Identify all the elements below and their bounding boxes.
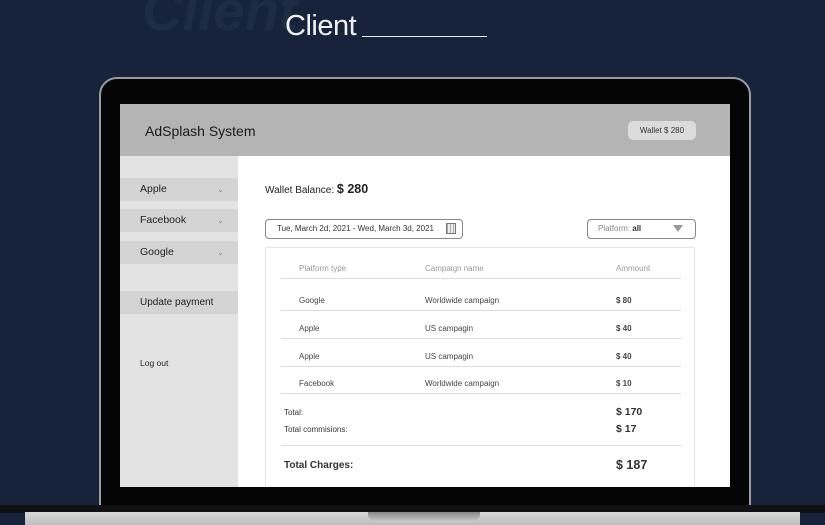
sidebar-item-google[interactable]: Google ⌄: [120, 241, 238, 264]
watermark-text: Client: [142, 0, 298, 42]
wallet-balance-value: $ 280: [336, 182, 369, 196]
divider: [281, 310, 681, 311]
laptop-notch: [368, 512, 480, 522]
wallet-balance: Wallet Balance: $ 280: [265, 182, 368, 196]
divider: [281, 278, 681, 279]
app-screen: AdSplash System Wallet $ 280 Apple ⌄ Face…: [120, 104, 730, 487]
chevron-down-icon: ⌄: [217, 185, 224, 194]
divider: [281, 445, 681, 446]
cell-platform: Apple: [299, 324, 320, 333]
cell-amount: $ 40: [616, 324, 632, 333]
wallet-balance-label: Wallet Balance:: [265, 185, 335, 196]
cell-amount: $ 40: [616, 352, 632, 361]
sidebar-item-apple[interactable]: Apple ⌄: [120, 178, 238, 201]
platform-value: all: [632, 224, 642, 233]
platform-label: Platform:: [598, 224, 631, 233]
total-value: $ 170: [616, 406, 643, 418]
divider: [281, 393, 681, 394]
total-label: Total:: [284, 408, 304, 417]
cell-campaign: Worldwide campaign: [425, 379, 500, 388]
app-brand: AdSplash System: [145, 123, 256, 139]
column-header: Campaign name: [425, 264, 484, 273]
cell-platform: Google: [299, 296, 325, 305]
platform-select[interactable]: Platform: all: [587, 219, 696, 239]
divider: [281, 338, 681, 339]
sidebar-item-facebook[interactable]: Facebook ⌄: [120, 209, 238, 232]
date-range-picker[interactable]: Tue, March 2d, 2021 - Wed, March 3d, 202…: [265, 219, 463, 239]
dropdown-arrow-icon: [673, 225, 683, 232]
logout-link[interactable]: Log out: [140, 358, 168, 368]
wallet-button[interactable]: Wallet $ 280: [628, 121, 696, 140]
app-header: AdSplash System Wallet $ 280: [120, 104, 730, 156]
chevron-down-icon: ⌄: [217, 248, 224, 257]
calendar-icon[interactable]: [446, 223, 456, 234]
cell-amount: $ 80: [616, 296, 632, 305]
cell-platform: Facebook: [299, 379, 335, 388]
column-header: Ammount: [616, 264, 651, 273]
column-header: Platform type: [299, 264, 347, 273]
chevron-down-icon: ⌄: [217, 216, 224, 225]
cell-campaign: Worldwide campaign: [425, 296, 500, 305]
page-title: Client: [285, 10, 357, 42]
commission-value: $ 17: [616, 423, 637, 435]
cell-campaign: US campagin: [425, 352, 474, 361]
divider: [281, 366, 681, 367]
cell-platform: Apple: [299, 352, 320, 361]
total-charges-label: Total Charges:: [284, 460, 354, 471]
sidebar-item-label: Google: [140, 246, 174, 258]
sidebar-item-label: Facebook: [140, 214, 187, 226]
title-underline: [362, 36, 487, 37]
date-range-text: Tue, March 2d, 2021 - Wed, March 3d, 202…: [277, 224, 434, 233]
charges-table: Platform type Campaign name Ammount Goog…: [265, 247, 695, 487]
sidebar-item-label: Apple: [140, 183, 167, 195]
cell-amount: $ 10: [616, 379, 632, 388]
update-payment-button[interactable]: Update payment: [120, 291, 238, 314]
commission-label: Total commisions:: [284, 425, 348, 434]
sidebar: Apple ⌄ Facebook ⌄ Google ⌄ Update payment …: [120, 156, 238, 487]
cell-campaign: US campagin: [425, 324, 474, 333]
total-charges-value: $ 187: [616, 458, 648, 472]
